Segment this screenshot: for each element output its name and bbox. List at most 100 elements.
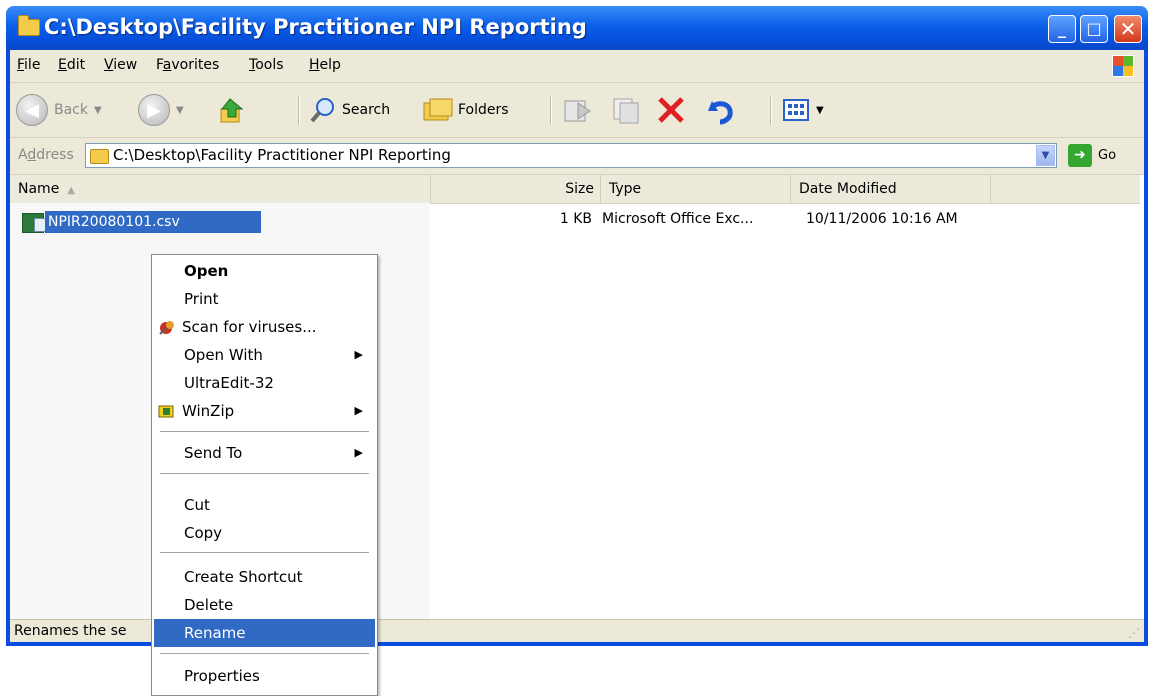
submenu-arrow-icon: ▶ xyxy=(354,446,363,459)
windows-logo-icon xyxy=(1112,55,1134,77)
search-button[interactable]: Search xyxy=(308,92,390,128)
menu-item-print[interactable]: Print xyxy=(154,285,375,313)
menu-item-copy[interactable]: Copy xyxy=(154,519,375,547)
menu-file[interactable]: File xyxy=(17,57,40,73)
status-text: Renames the se xyxy=(14,623,127,639)
menu-separator xyxy=(160,473,369,474)
column-date-label: Date Modified xyxy=(799,181,897,197)
toolbar-separator xyxy=(550,95,552,125)
antivirus-icon xyxy=(159,321,174,335)
column-type-label: Type xyxy=(609,181,642,197)
submenu-arrow-icon: ▶ xyxy=(354,348,363,361)
up-folder-button[interactable] xyxy=(218,92,248,128)
menu-item-open[interactable]: Open xyxy=(154,257,375,285)
sort-ascending-icon: ▲ xyxy=(67,185,76,196)
menu-item-ultraedit-label: UltraEdit-32 xyxy=(184,374,274,392)
toolbar-separator xyxy=(298,95,300,125)
toolbar: ◀ Back ▼ ▶ ▼ Search Folders ▼ xyxy=(10,83,1144,138)
menu-tools[interactable]: Tools xyxy=(249,57,284,73)
address-dropdown-chevron-icon[interactable]: ▼ xyxy=(1036,145,1055,166)
chevron-down-icon: ▼ xyxy=(176,104,184,116)
menu-item-ultraedit[interactable]: UltraEdit-32 xyxy=(154,369,375,397)
column-size-label: Size xyxy=(565,181,594,197)
context-menu: Open Print Scan for viruses... Open With… xyxy=(151,254,378,696)
folders-button[interactable]: Folders xyxy=(422,92,509,128)
views-grid-icon xyxy=(783,99,809,121)
menu-item-open-with[interactable]: Open With ▶ xyxy=(154,341,375,369)
menu-favorites[interactable]: Favorites xyxy=(156,57,219,73)
column-header-size[interactable]: Size xyxy=(431,175,601,203)
views-button[interactable]: ▼ xyxy=(782,92,824,128)
go-arrow-icon[interactable]: ➜ xyxy=(1068,144,1092,167)
menu-favorites-prefix: F xyxy=(156,57,163,73)
menu-help-mnemonic: H xyxy=(309,57,320,73)
address-bar: Address C:\Desktop\Facility Practitioner… xyxy=(10,138,1144,175)
menu-item-send-to-label: Send To xyxy=(184,444,243,462)
column-header-type[interactable]: Type xyxy=(601,175,791,203)
menu-item-winzip[interactable]: WinZip ▶ xyxy=(154,397,375,425)
menu-item-delete[interactable]: Delete xyxy=(154,591,375,619)
move-to-button[interactable] xyxy=(562,92,596,128)
address-input[interactable]: C:\Desktop\Facility Practitioner NPI Rep… xyxy=(85,143,1057,168)
menu-item-scan-for-viruses[interactable]: Scan for viruses... xyxy=(154,313,375,341)
copy-to-icon xyxy=(613,98,639,124)
column-name-label: Name xyxy=(18,181,60,197)
menu-edit[interactable]: Edit xyxy=(58,57,85,73)
forward-button[interactable]: ▶ ▼ xyxy=(138,92,184,128)
menu-item-delete-label: Delete xyxy=(184,596,234,614)
file-date-modified: 10/11/2006 10:16 AM xyxy=(806,211,958,227)
maximize-button[interactable]: □ xyxy=(1080,15,1108,43)
menu-separator xyxy=(160,552,369,553)
table-row[interactable]: NPIR20080101.csv 1 KB Microsoft Office E… xyxy=(10,211,1140,233)
menu-favorites-label: vorites xyxy=(171,57,220,73)
menu-item-rename[interactable]: Rename xyxy=(154,619,375,647)
menu-bar: File Edit View Favorites Tools Help xyxy=(10,50,1144,83)
delete-x-icon xyxy=(658,97,684,123)
delete-button[interactable] xyxy=(656,92,688,128)
menu-item-cut[interactable]: Cut xyxy=(154,491,375,519)
folder-icon xyxy=(90,149,109,164)
address-value: C:\Desktop\Facility Practitioner NPI Rep… xyxy=(113,146,451,164)
menu-edit-label: dit xyxy=(66,57,86,73)
up-arrow-icon xyxy=(220,98,244,123)
menu-item-open-label: Open xyxy=(184,262,229,280)
file-name-selected[interactable]: NPIR20080101.csv xyxy=(45,211,261,233)
back-label: Back xyxy=(54,102,88,118)
address-label-rest: dress xyxy=(36,147,74,163)
menu-file-label: ile xyxy=(24,57,41,73)
menu-item-send-to[interactable]: Send To ▶ xyxy=(154,439,375,467)
back-button[interactable]: ◀ Back ▼ xyxy=(16,92,102,128)
resize-grip-icon[interactable]: ⋰ xyxy=(1128,626,1140,640)
file-type: Microsoft Office Exc... xyxy=(602,211,754,227)
column-header-name[interactable]: Name ▲ xyxy=(10,175,431,203)
menu-file-mnemonic: F xyxy=(17,57,25,73)
search-icon xyxy=(310,98,334,123)
chevron-down-icon: ▼ xyxy=(816,104,824,116)
menu-item-print-label: Print xyxy=(184,290,219,308)
back-arrow-icon: ◀ xyxy=(16,94,48,126)
menu-view-label: iew xyxy=(113,57,138,73)
submenu-arrow-icon: ▶ xyxy=(354,404,363,417)
menu-separator xyxy=(160,653,369,654)
undo-button[interactable] xyxy=(704,92,738,128)
menu-view-mnemonic: V xyxy=(104,57,114,73)
menu-item-cut-label: Cut xyxy=(184,496,210,514)
csv-file-icon xyxy=(22,213,46,233)
column-header-date-modified[interactable]: Date Modified xyxy=(791,175,991,203)
go-button-label[interactable]: Go xyxy=(1098,148,1116,163)
forward-arrow-icon: ▶ xyxy=(138,94,170,126)
window-title: C:\Desktop\Facility Practitioner NPI Rep… xyxy=(44,15,587,39)
folders-label: Folders xyxy=(458,102,509,118)
folders-icon xyxy=(423,98,453,121)
menu-help[interactable]: Help xyxy=(309,57,341,73)
close-button[interactable]: ✕ xyxy=(1114,15,1142,43)
title-bar[interactable]: C:\Desktop\Facility Practitioner NPI Rep… xyxy=(6,6,1148,50)
menu-item-create-shortcut[interactable]: Create Shortcut xyxy=(154,563,375,591)
copy-to-button[interactable] xyxy=(608,92,642,128)
menu-view[interactable]: View xyxy=(104,57,137,73)
menu-help-label: elp xyxy=(319,57,341,73)
winzip-icon xyxy=(158,405,174,418)
minimize-button[interactable]: _ xyxy=(1048,15,1076,43)
undo-icon xyxy=(708,101,733,125)
menu-item-properties[interactable]: Properties xyxy=(154,662,375,690)
